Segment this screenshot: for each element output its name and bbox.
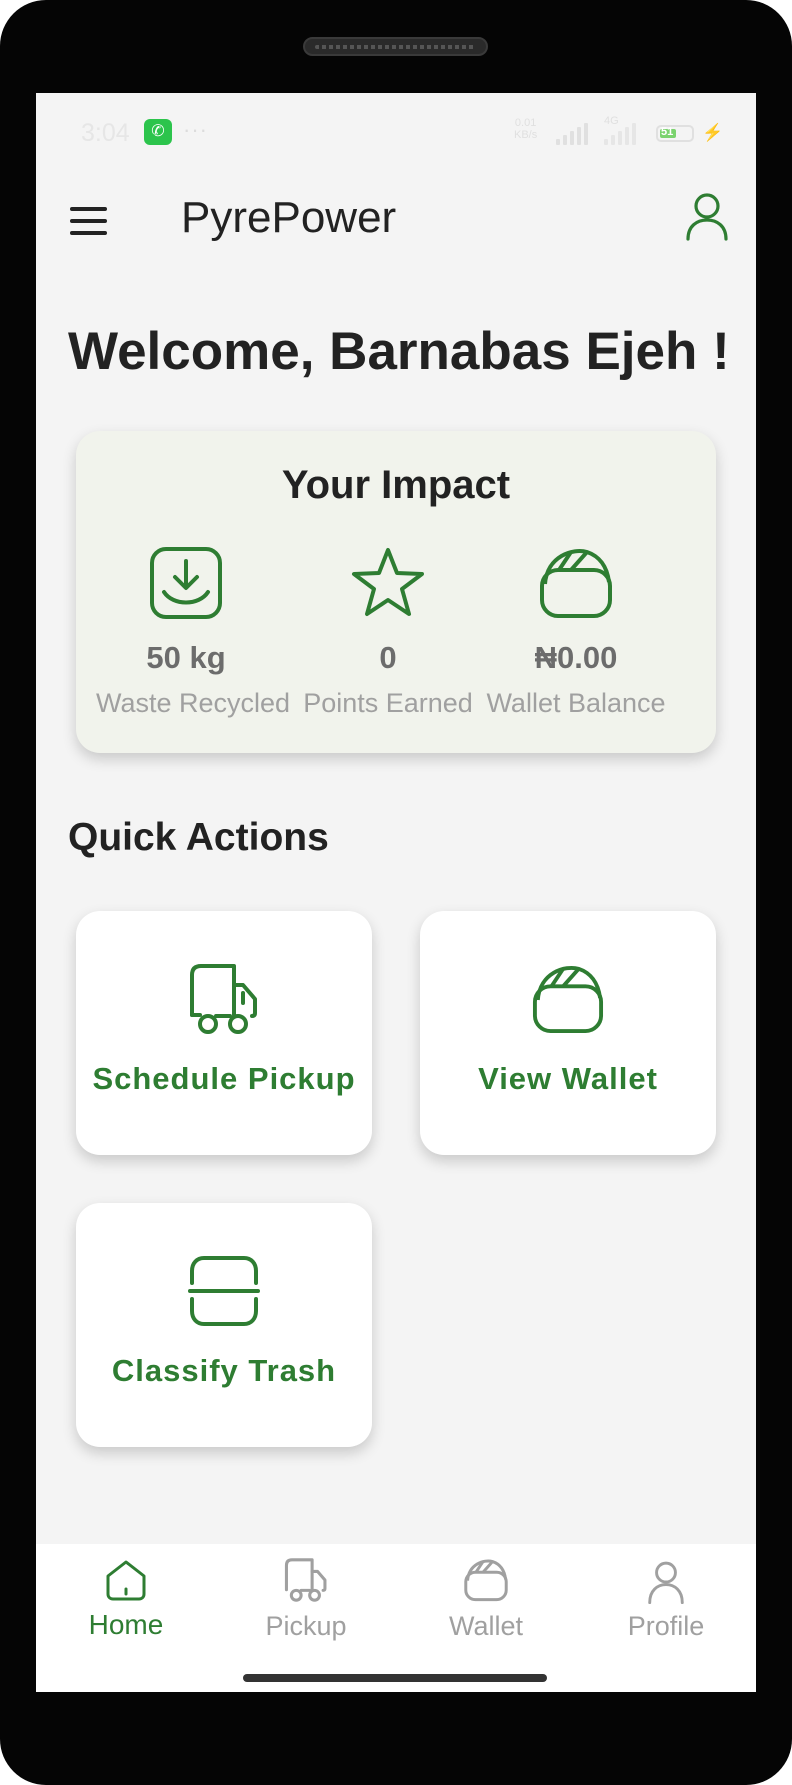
app-bar: PyrePower bbox=[36, 171, 756, 275]
network-speed-value: 0.01 bbox=[514, 117, 537, 129]
view-wallet-button[interactable]: View Wallet bbox=[420, 911, 716, 1155]
bottom-navigation: Home Pickup Wallet Profile bbox=[36, 1544, 756, 1692]
truck-icon bbox=[284, 1558, 327, 1602]
person-icon bbox=[686, 193, 728, 241]
nav-label: Wallet bbox=[448, 1611, 523, 1641]
action-label: Schedule Pickup bbox=[92, 1061, 356, 1096]
more-notifications-icon: ··· bbox=[183, 117, 208, 142]
classify-trash-button[interactable]: Classify Trash bbox=[76, 1203, 372, 1447]
app-title: PyrePower bbox=[181, 193, 397, 242]
impact-title: Your Impact bbox=[281, 463, 511, 507]
status-time: 3:04 bbox=[81, 119, 130, 147]
stat-label: Points Earned bbox=[303, 688, 473, 718]
battery-level: 51 bbox=[661, 126, 674, 138]
nav-label: Pickup bbox=[265, 1611, 347, 1641]
nav-home[interactable]: Home bbox=[36, 1544, 216, 1664]
menu-button[interactable] bbox=[68, 201, 112, 241]
wallet-icon bbox=[540, 549, 612, 618]
nav-label: Home bbox=[88, 1609, 164, 1640]
signal-strength-secondary-icon bbox=[604, 123, 636, 145]
star-icon bbox=[352, 548, 424, 616]
stat-label: Waste Recycled bbox=[96, 688, 291, 718]
person-icon bbox=[648, 1561, 684, 1605]
network-speed-unit: KB/s bbox=[514, 129, 538, 141]
stat-value: 0 bbox=[379, 640, 397, 675]
status-bar: 3:04 ✆ ··· 0.01 KB/s 4G 51 ⚡ bbox=[36, 93, 756, 171]
earpiece-speaker bbox=[303, 37, 488, 56]
home-icon bbox=[106, 1560, 146, 1601]
quick-actions-title: Quick Actions bbox=[68, 816, 329, 859]
network-speed: 0.01 KB/s bbox=[514, 117, 537, 141]
stat-points-earned: 0 Points Earned bbox=[298, 546, 478, 719]
stat-wallet-balance: ₦0.00 Wallet Balance bbox=[486, 546, 666, 719]
action-label: View Wallet bbox=[478, 1061, 658, 1096]
scan-icon bbox=[188, 1256, 260, 1326]
nav-wallet[interactable]: Wallet bbox=[396, 1544, 576, 1664]
wallet-icon bbox=[532, 966, 604, 1034]
wallet-icon bbox=[464, 1559, 508, 1602]
welcome-heading: Welcome, Barnabas Ejeh ! bbox=[68, 322, 730, 381]
action-label: Classify Trash bbox=[111, 1353, 337, 1388]
stat-waste-recycled: 50 kg Waste Recycled bbox=[96, 546, 291, 719]
stat-value: 50 kg bbox=[146, 640, 226, 675]
charging-icon: ⚡ bbox=[702, 123, 724, 142]
nav-pickup[interactable]: Pickup bbox=[216, 1544, 396, 1664]
home-indicator[interactable] bbox=[243, 1674, 547, 1682]
download-icon bbox=[150, 547, 222, 619]
signal-strength-icon bbox=[556, 123, 588, 145]
battery-icon: 51 bbox=[656, 125, 694, 142]
truck-icon bbox=[190, 964, 257, 1034]
stat-value: ₦0.00 bbox=[534, 640, 618, 675]
phone-frame: 3:04 ✆ ··· 0.01 KB/s 4G 51 ⚡ PyrePower W… bbox=[0, 0, 792, 1785]
whatsapp-icon: ✆ bbox=[144, 119, 172, 145]
nav-profile[interactable]: Profile bbox=[576, 1544, 756, 1664]
nav-label: Profile bbox=[627, 1611, 705, 1641]
impact-card: Your Impact 50 kg Waste Recycled 0 Point… bbox=[76, 431, 716, 753]
stat-label: Wallet Balance bbox=[486, 688, 666, 718]
profile-button[interactable] bbox=[683, 189, 731, 245]
schedule-pickup-button[interactable]: Schedule Pickup bbox=[76, 911, 372, 1155]
app-screen: 3:04 ✆ ··· 0.01 KB/s 4G 51 ⚡ PyrePower W… bbox=[36, 93, 756, 1692]
